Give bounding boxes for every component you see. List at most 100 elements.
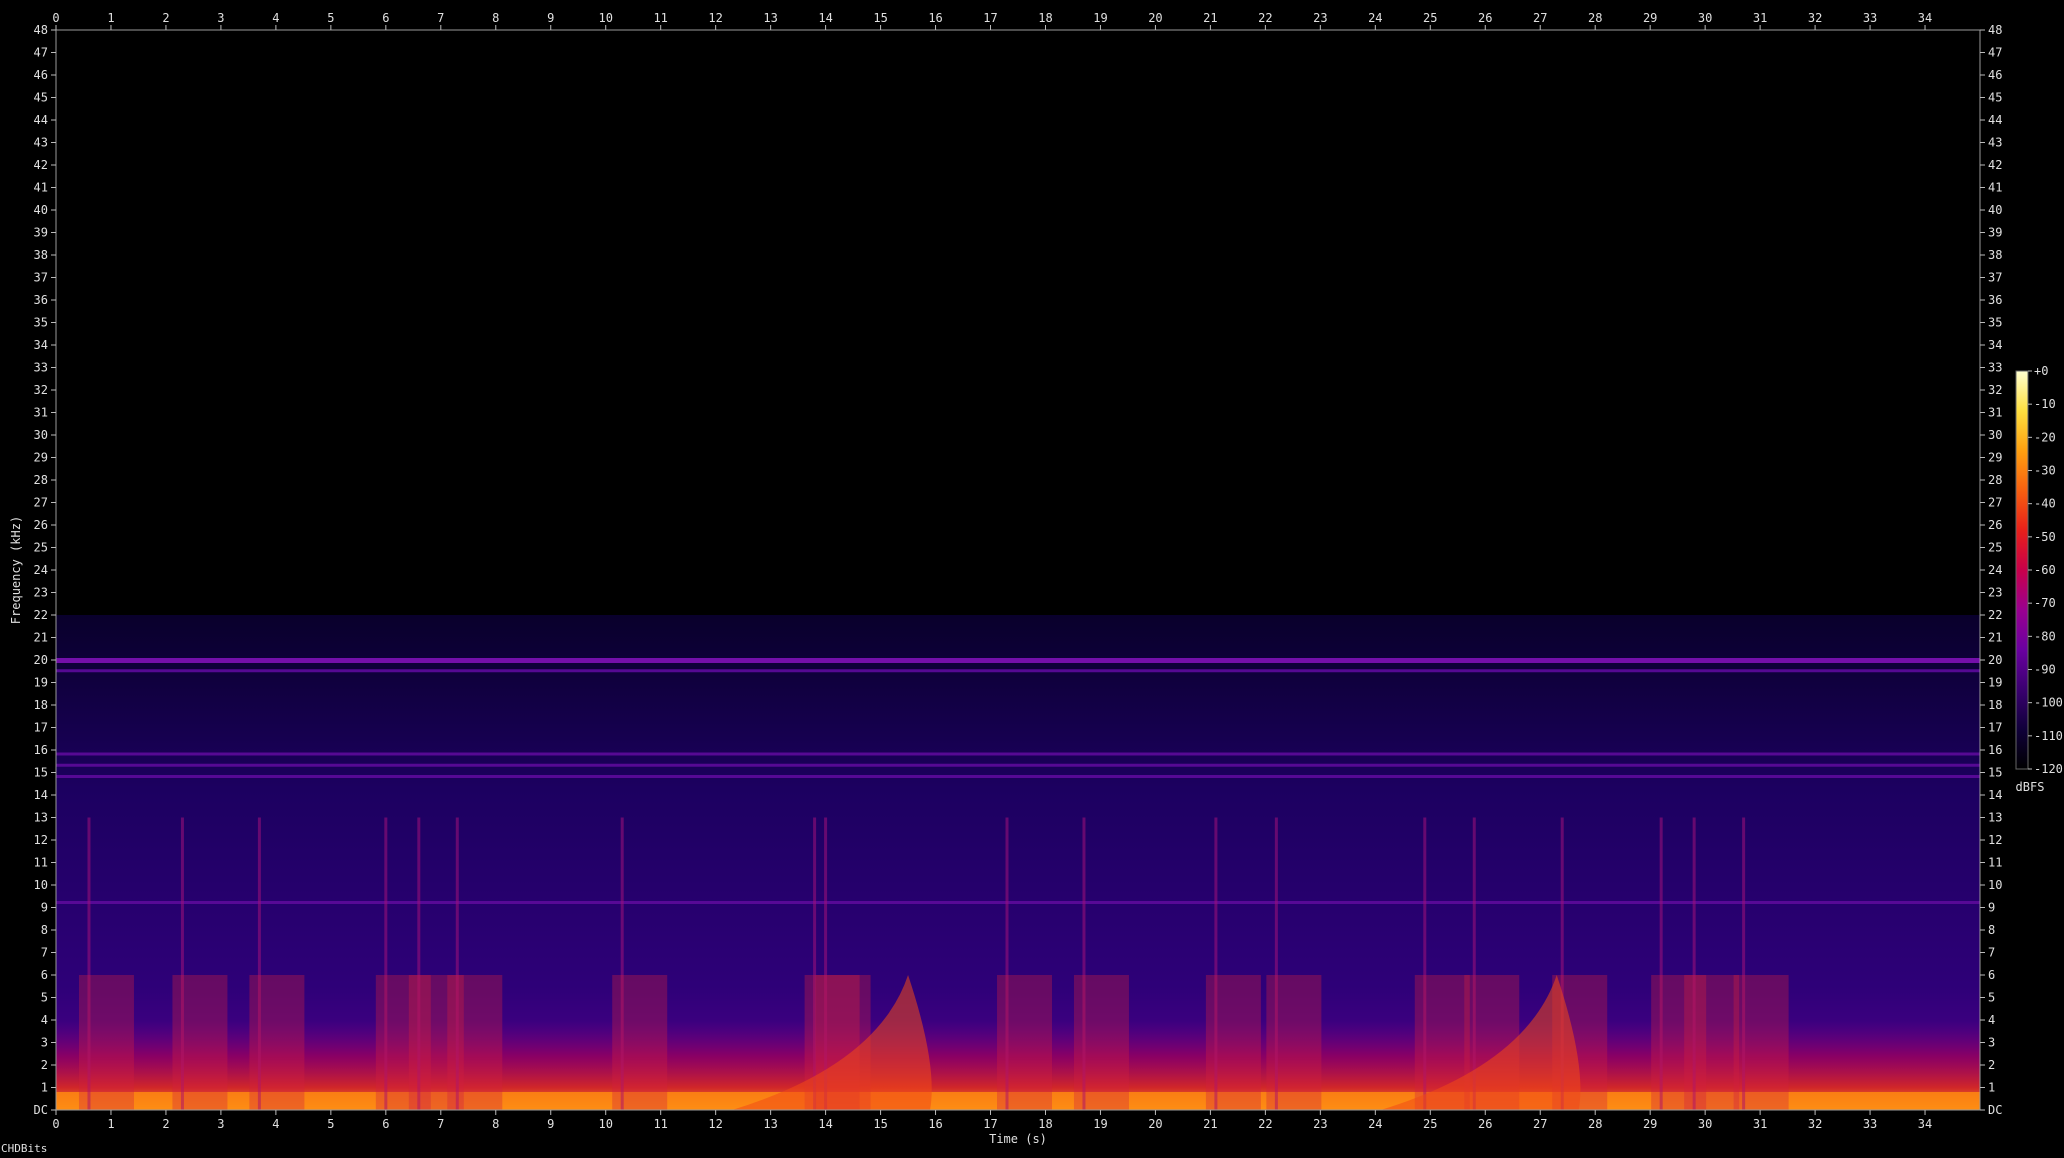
x-tick-label: 22 [1258, 11, 1272, 25]
y-tick-label: 43 [34, 136, 48, 150]
y-tick-label: 18 [1988, 698, 2002, 712]
onset-energy [172, 975, 228, 1110]
x-tick-label: 19 [1093, 11, 1107, 25]
x-tick-label: 2 [162, 11, 169, 25]
y-tick-label: 37 [1988, 271, 2002, 285]
y-tick-label: 3 [41, 1036, 48, 1050]
tone-line [56, 763, 1980, 767]
x-tick-label: 1 [107, 1117, 114, 1131]
x-tick-label: 3 [217, 1117, 224, 1131]
onset-energy [1205, 975, 1261, 1110]
y-tick-label: 47 [1988, 46, 2002, 60]
x-tick-label: 29 [1643, 1117, 1657, 1131]
x-tick-label: 30 [1698, 11, 1712, 25]
y-tick-label: 1 [41, 1081, 48, 1095]
y-tick-label: 15 [1988, 766, 2002, 780]
x-tick-label: 27 [1533, 1117, 1547, 1131]
colorbar-tick-label: -30 [2034, 464, 2056, 478]
tone-line [56, 669, 1980, 673]
x-tick-label: 0 [52, 11, 59, 25]
x-tick-label: 11 [653, 1117, 667, 1131]
y-tick-label: DC [34, 1103, 48, 1117]
x-tick-label: 5 [327, 11, 334, 25]
y-tick-label: 37 [34, 271, 48, 285]
y-tick-label: 22 [34, 608, 48, 622]
y-tick-label: 19 [1988, 676, 2002, 690]
y-tick-label: 39 [34, 226, 48, 240]
x-tick-label: 10 [598, 1117, 612, 1131]
y-tick-label: 12 [34, 833, 48, 847]
x-tick-label: 18 [1038, 1117, 1052, 1131]
x-tick-label: 9 [547, 1117, 554, 1131]
x-tick-label: 13 [763, 11, 777, 25]
onset-energy [1733, 975, 1789, 1110]
x-tick-label: 12 [708, 11, 722, 25]
y-tick-label: 21 [34, 631, 48, 645]
x-tick-label: 17 [983, 11, 997, 25]
y-tick-label: 45 [34, 91, 48, 105]
y-tick-label: 40 [1988, 203, 2002, 217]
colorbar-tick-label: -20 [2034, 430, 2056, 444]
y-tick-label: 9 [1988, 901, 1995, 915]
x-tick-label: 26 [1478, 1117, 1492, 1131]
y-tick-label: 11 [34, 856, 48, 870]
x-tick-label: 28 [1588, 1117, 1602, 1131]
y-tick-label: 45 [1988, 91, 2002, 105]
credit-text: CHDBits [1, 1142, 48, 1155]
x-tick-label: 1 [107, 11, 114, 25]
colorbar-label: dBFS [2016, 780, 2045, 794]
colorbar-tick-label: -10 [2034, 397, 2056, 411]
x-tick-label: 29 [1643, 11, 1657, 25]
onset-energy [1684, 975, 1740, 1110]
x-tick-label: 27 [1533, 11, 1547, 25]
x-tick-label: 24 [1368, 11, 1382, 25]
onset-energy [1266, 975, 1322, 1110]
y-tick-label: 31 [34, 406, 48, 420]
y-tick-label: 16 [34, 743, 48, 757]
x-tick-label: 33 [1863, 1117, 1877, 1131]
y-tick-label: 14 [34, 788, 48, 802]
y-tick-label: 9 [41, 901, 48, 915]
y-tick-label: 27 [34, 496, 48, 510]
y-tick-label: 16 [1988, 743, 2002, 757]
y-tick-label: 19 [34, 676, 48, 690]
x-tick-label: 13 [763, 1117, 777, 1131]
tone-line [56, 775, 1980, 778]
tone-line [56, 752, 1980, 756]
y-tick-label: 6 [41, 968, 48, 982]
y-tick-label: 39 [1988, 226, 2002, 240]
x-tick-label: 25 [1423, 11, 1437, 25]
x-tick-label: 2 [162, 1117, 169, 1131]
y-tick-label: 26 [34, 518, 48, 532]
tone-line [56, 658, 1980, 663]
x-tick-label: 14 [818, 1117, 832, 1131]
x-tick-label: 17 [983, 1117, 997, 1131]
x-tick-label: 7 [437, 1117, 444, 1131]
y-tick-label: 36 [1988, 293, 2002, 307]
x-tick-label: 22 [1258, 1117, 1272, 1131]
y-axis-label: Frequency (kHz) [9, 516, 23, 624]
y-tick-label: 12 [1988, 833, 2002, 847]
y-tick-label: 27 [1988, 496, 2002, 510]
x-tick-label: 9 [547, 11, 554, 25]
y-tick-label: 11 [1988, 856, 2002, 870]
y-tick-label: 34 [34, 338, 48, 352]
x-tick-label: 23 [1313, 1117, 1327, 1131]
x-tick-label: 21 [1203, 11, 1217, 25]
y-tick-label: 35 [1988, 316, 2002, 330]
x-tick-label: 26 [1478, 11, 1492, 25]
colorbar-gradient [2015, 370, 2029, 770]
x-tick-label: 20 [1148, 1117, 1162, 1131]
y-tick-label: 30 [1988, 428, 2002, 442]
onset-energy [249, 975, 305, 1110]
y-tick-label: 38 [1988, 248, 2002, 262]
y-tick-label: 36 [34, 293, 48, 307]
x-tick-label: 30 [1698, 1117, 1712, 1131]
x-tick-label: 4 [272, 1117, 279, 1131]
y-tick-label: 25 [34, 541, 48, 555]
onset-energy [447, 975, 503, 1110]
x-tick-label: 12 [708, 1117, 722, 1131]
y-tick-label: 5 [41, 991, 48, 1005]
y-tick-label: 35 [34, 316, 48, 330]
y-tick-label: 44 [34, 113, 48, 127]
